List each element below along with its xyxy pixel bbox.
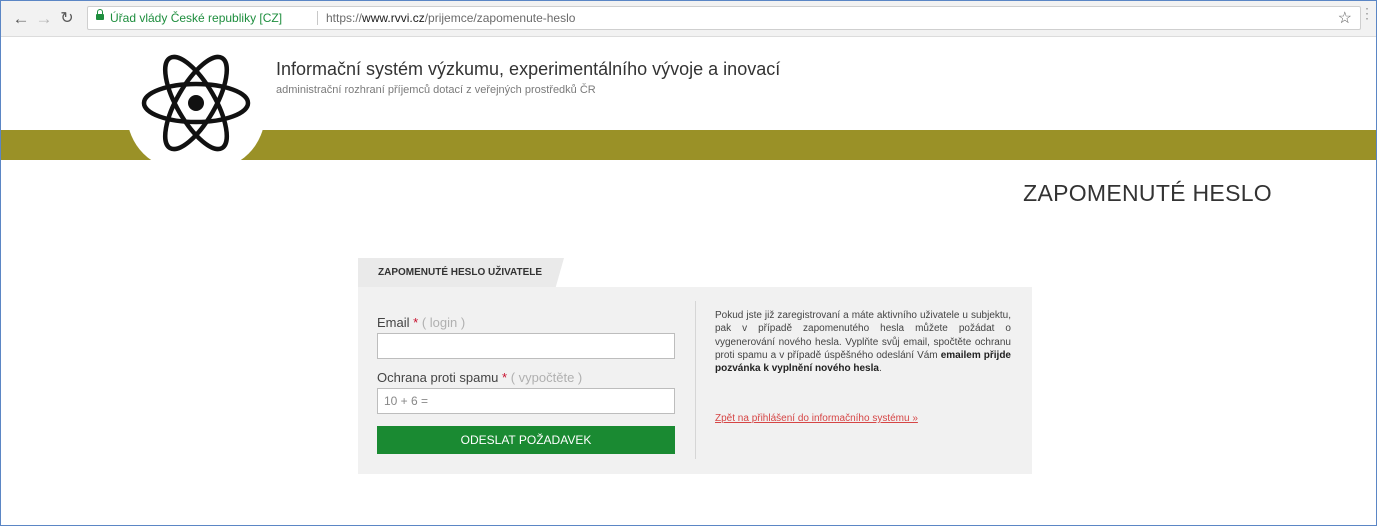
- submit-request-button[interactable]: ODESLAT POŽADAVEK: [377, 426, 675, 454]
- spam-label-text: Ochrana proti spamu: [377, 370, 499, 385]
- site-logo[interactable]: [127, 40, 265, 170]
- reload-icon[interactable]: ↻: [57, 9, 77, 29]
- site-identity[interactable]: Úřad vlády České republiky [CZ]: [110, 11, 282, 25]
- forgotten-password-form: Email * ( login ) Ochrana proti spamu * …: [358, 287, 1032, 474]
- arrow-left-icon[interactable]: ←: [11, 9, 31, 29]
- url-text[interactable]: https://www.rvvi.cz/prijemce/zapomenute-…: [326, 11, 575, 25]
- address-separator: [317, 11, 318, 25]
- page-title: ZAPOMENUTÉ HESLO: [1023, 180, 1272, 206]
- back-to-login-link[interactable]: Zpět na přihlášení do informačního systé…: [715, 413, 918, 424]
- site-title: Informační systém výzkumu, experimentáln…: [276, 59, 781, 79]
- url-host: www.rvvi.cz: [362, 11, 425, 25]
- email-label-text: Email: [377, 315, 410, 330]
- url-scheme: https://: [326, 11, 363, 25]
- info-text-end: .: [878, 363, 882, 375]
- star-icon[interactable]: ☆: [1338, 8, 1352, 28]
- spam-hint: ( vypočtěte ): [510, 370, 583, 385]
- site-subtitle: administrační rozhraní příjemců dotací z…: [276, 84, 596, 96]
- address-bar[interactable]: Úřad vlády České republiky [CZ] https://…: [87, 5, 1374, 30]
- required-marker: *: [502, 370, 508, 385]
- browser-toolbar: ← → ↻ Úřad vlády České republiky [CZ] ht…: [1, 1, 1376, 37]
- panel-divider: [695, 301, 696, 459]
- info-text: Pokud jste již zaregistrovaní a máte akt…: [715, 309, 1011, 375]
- tab-forgotten-password[interactable]: ZAPOMENUTÉ HESLO UŽIVATELE: [358, 258, 564, 287]
- spam-label: Ochrana proti spamu * ( vypočtěte ): [377, 370, 582, 385]
- email-input[interactable]: [377, 333, 675, 359]
- email-label: Email * ( login ): [377, 315, 465, 330]
- url-path: /prijemce/zapomenute-heslo: [424, 11, 576, 25]
- menu-dots-icon[interactable]: ⋮: [1360, 5, 1374, 22]
- required-marker: *: [413, 315, 419, 330]
- email-hint: ( login ): [421, 315, 466, 330]
- atom-icon: [141, 54, 251, 152]
- arrow-right-icon[interactable]: →: [34, 9, 54, 29]
- spam-protection-input[interactable]: [377, 388, 675, 414]
- lock-icon: [96, 9, 104, 20]
